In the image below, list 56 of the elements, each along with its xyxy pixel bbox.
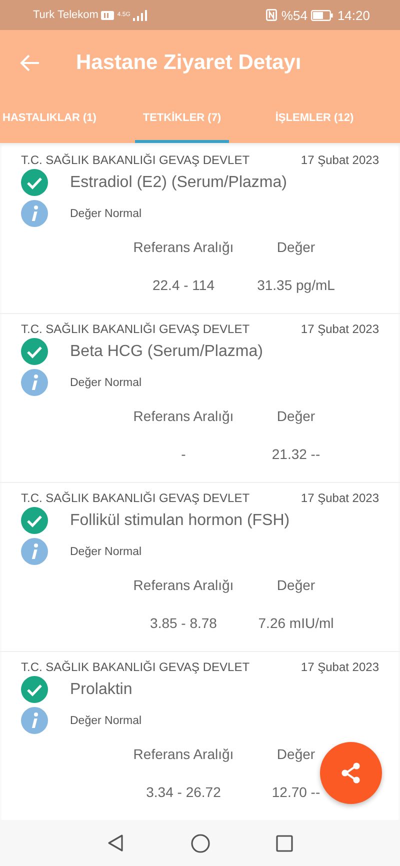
check-icon (21, 676, 48, 703)
signal-icon (133, 10, 148, 20)
hospital-name: T.C. SAĞLIK BAKANLIĞI GEVAŞ DEVLET (21, 322, 250, 336)
test-date: 17 Şubat 2023 (300, 322, 379, 336)
reference-range: - (180, 446, 187, 462)
check-icon (21, 507, 48, 534)
range-label: Referans Aralığı (132, 408, 235, 424)
status-text: Değer Normal (70, 714, 142, 726)
hospital-name: T.C. SAĞLIK BAKANLIĞI GEVAŞ DEVLET (21, 153, 250, 167)
info-icon (21, 538, 48, 565)
check-icon (21, 169, 48, 196)
reference-range: 22.4 - 114 (151, 277, 216, 293)
value-label: Değer (276, 577, 316, 593)
nfc-icon (266, 9, 278, 21)
tab[interactable]: İŞLEMLER (12) (265, 95, 364, 143)
test-value: 12.70 -- (270, 784, 322, 800)
value-label: Değer (276, 239, 316, 255)
reference-range: 3.85 - 8.78 (149, 615, 218, 631)
test-date: 17 Şubat 2023 (300, 660, 379, 674)
hospital-name: T.C. SAĞLIK BAKANLIĞI GEVAŞ DEVLET (21, 491, 250, 505)
status-text: Değer Normal (70, 376, 142, 388)
share-icon (341, 762, 361, 784)
info-icon (21, 200, 48, 227)
range-label: Referans Aralığı (132, 239, 235, 255)
test-value: 7.26 mIU/ml (257, 615, 335, 631)
test-name: Prolaktin (70, 680, 132, 698)
test-name: Follikül stimulan hormon (FSH) (70, 512, 290, 530)
back-arrow-icon (20, 54, 40, 72)
test-value: 31.35 pg/mL (256, 277, 336, 293)
status-text: Değer Normal (70, 208, 142, 220)
share-button[interactable] (320, 742, 382, 804)
tab[interactable]: TETKİKLER (7) (135, 95, 229, 143)
test-name: Estradiol (E2) (Serum/Plazma) (70, 174, 287, 192)
value-label: Değer (276, 408, 316, 424)
test-date: 17 Şubat 2023 (300, 153, 379, 167)
clock-time: 14:20 (337, 8, 370, 22)
status-text: Değer Normal (70, 546, 142, 558)
range-label: Referans Aralığı (132, 577, 235, 593)
check-icon (21, 338, 48, 365)
hospital-name: T.C. SAĞLIK BAKANLIĞI GEVAŞ DEVLET (21, 660, 250, 674)
value-label: Değer (276, 746, 316, 762)
home-nav-button[interactable] (191, 834, 210, 852)
tab[interactable]: HASTALIKLAR (1) (0, 95, 99, 143)
info-icon (21, 369, 48, 396)
info-icon (21, 707, 48, 734)
reference-range: 3.34 - 26.72 (145, 784, 222, 800)
battery-icon (311, 10, 334, 20)
carrier-name: Turk Telekom (33, 9, 98, 21)
test-value: 21.32 -- (270, 446, 322, 462)
battery-percent: %54 (281, 8, 308, 22)
recents-nav-button[interactable] (276, 834, 293, 852)
test-name: Beta HCG (Serum/Plazma) (70, 342, 263, 360)
back-nav-button[interactable] (107, 834, 125, 852)
test-date: 17 Şubat 2023 (300, 491, 379, 505)
screen-title: Hastane Ziyaret Detayı (76, 50, 302, 74)
range-label: Referans Aralığı (132, 746, 235, 762)
